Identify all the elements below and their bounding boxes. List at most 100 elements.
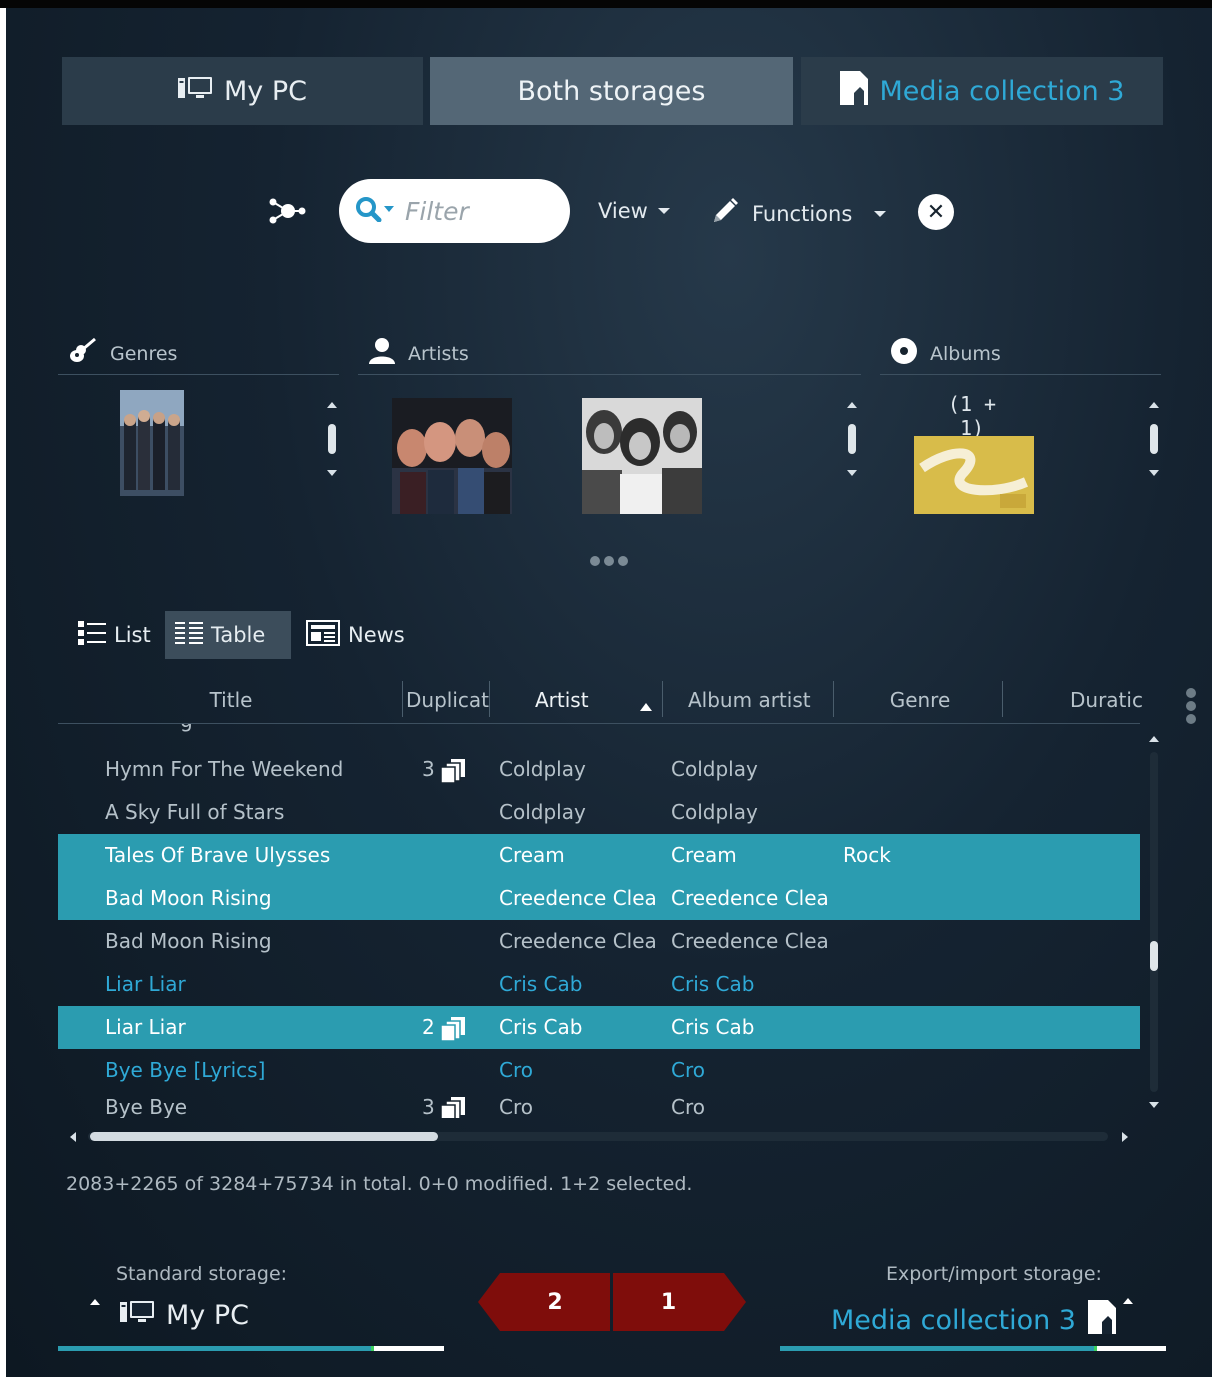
status-bar-text: 2083+2265 of 3284+75734 in total. 0+0 mo… [66,1173,693,1195]
tab-my-pc[interactable]: My PC [62,57,423,125]
duplicate-icon [440,1096,465,1118]
scroll-thumb[interactable] [848,424,856,454]
disc-icon [890,337,918,370]
cell-album-artist: Cream [671,843,737,867]
cell-album-artist: Cris Cab [671,972,755,996]
table-icon [175,620,203,651]
scroll-thumb[interactable] [90,1132,438,1141]
album-thumbnail[interactable] [914,436,1034,514]
cell-title: Bye Bye [105,1095,188,1118]
export-storage-usage-bar [780,1346,1166,1351]
scroll-down-icon[interactable] [1149,1102,1159,1108]
albums-header[interactable]: Albums [880,333,1161,375]
table-row-selected[interactable]: Liar Liar 2 Cris Cab Cris Cab [58,1006,1140,1049]
column-header-artist[interactable]: Artist [535,680,635,720]
media-device-icon [1087,1300,1116,1341]
table-row[interactable]: Bad Moon Rising Creedence Clea Creedence… [58,920,1140,963]
column-separator[interactable] [402,681,403,717]
scroll-thumb[interactable] [1150,424,1158,454]
table-row[interactable]: Hymn For The Weekend 3 Coldplay Coldplay [58,748,1140,791]
network-button[interactable] [268,198,306,229]
column-options-icon[interactable] [1186,688,1196,724]
table-row-clipped[interactable]: g [58,724,1140,746]
scroll-left-icon[interactable] [70,1132,76,1142]
scroll-down-icon[interactable] [1149,470,1159,476]
functions-menu-button[interactable]: Functions [710,196,887,231]
tab-media-collection[interactable]: Media collection 3 [801,57,1163,125]
table-row-selected[interactable]: Tales Of Brave Ulysses Cream Cream Rock [58,834,1140,877]
artists-scrollbar[interactable] [846,402,858,476]
tab-my-pc-label: My PC [224,75,307,107]
standard-storage-usage-bar [58,1346,444,1351]
filter-field[interactable] [339,179,570,243]
table-row-selected[interactable]: Bad Moon Rising Creedence Clea Creedence… [58,877,1140,920]
genres-label: Genres [110,342,178,365]
artist-thumbnail-coldplay[interactable] [392,398,512,514]
cell-album-artist: Coldplay [671,757,758,781]
cell-artist: Coldplay [499,800,586,824]
scroll-right-icon[interactable] [1122,1132,1128,1142]
scroll-down-icon[interactable] [847,470,857,476]
standard-storage-selector[interactable]: My PC [120,1300,249,1331]
chevron-up-icon[interactable] [90,1299,100,1305]
albums-scrollbar[interactable] [1148,402,1160,476]
cell-duplicates: 3 [422,1092,482,1118]
genres-scrollbar[interactable] [326,402,338,476]
cell-album-artist: Creedence Clea [671,929,829,953]
column-header-genre[interactable]: Genre [836,680,1004,720]
view-menu-button[interactable]: View [598,199,670,223]
table-row[interactable]: A Sky Full of Stars Coldplay Coldplay [58,791,1140,834]
scroll-up-icon[interactable] [1149,736,1159,742]
tab-table[interactable]: Table [165,611,291,659]
cell-artist: Cris Cab [499,972,583,996]
filter-input[interactable] [405,196,555,226]
sync-left-count: 2 [547,1289,563,1315]
cell-artist: Cream [499,843,565,867]
scroll-track[interactable] [1150,752,1158,1092]
table-vertical-scrollbar[interactable] [1148,736,1160,1108]
search-icon[interactable] [355,196,395,226]
table-row[interactable]: Bye Bye [Lyrics] Cro Cro [58,1049,1140,1092]
genres-header[interactable]: Genres [58,333,339,375]
artist-thumbnail-cream[interactable] [582,398,702,514]
cell-duplicates: 2 [422,1006,482,1049]
column-header-duplicates[interactable]: Duplicat [406,680,490,720]
scroll-thumb[interactable] [1150,941,1158,971]
cell-genre [843,963,993,1006]
export-storage-selector[interactable]: Media collection 3 [831,1300,1116,1341]
tab-list[interactable]: List [68,611,161,659]
scroll-thumb[interactable] [328,424,336,454]
column-separator[interactable] [489,681,490,717]
artists-header[interactable]: Artists [358,333,861,375]
table-row[interactable]: Liar Liar Cris Cab Cris Cab [58,963,1140,1006]
cell-artist: Creedence Clea [499,929,657,953]
column-separator[interactable] [1002,681,1003,717]
cell-genre [843,1006,993,1049]
more-dots-icon[interactable] [590,556,628,566]
table-row[interactable]: Bye Bye 3 Cro Cro [58,1092,1140,1118]
chevron-down-icon [874,210,887,217]
cell-genre [843,748,993,791]
tab-news[interactable]: News [296,611,415,659]
sync-right-button[interactable]: 1 [613,1273,746,1331]
genre-thumbnail[interactable] [120,390,184,496]
scroll-up-icon[interactable] [847,402,857,408]
chevron-up-icon[interactable] [1123,1298,1133,1304]
window-top-border [0,0,1212,8]
table-horizontal-scrollbar[interactable] [66,1128,1134,1144]
scroll-up-icon[interactable] [1149,402,1159,408]
cell-artist: Cris Cab [499,1015,583,1039]
column-header-title[interactable]: Title [58,680,404,720]
tab-both-storages[interactable]: Both storages [430,57,793,125]
scroll-up-icon[interactable] [327,402,337,408]
cell-title: Bad Moon Rising [105,929,272,953]
sync-left-button[interactable]: 2 [478,1273,610,1331]
column-separator[interactable] [662,681,663,717]
list-icon [78,620,106,651]
column-header-album-artist[interactable]: Album artist [688,680,828,720]
column-separator[interactable] [833,681,834,717]
scroll-down-icon[interactable] [327,470,337,476]
close-icon[interactable]: ✕ [918,194,954,230]
column-header-duration[interactable]: Duratic [1070,680,1142,720]
sort-ascending-icon[interactable] [640,696,652,715]
